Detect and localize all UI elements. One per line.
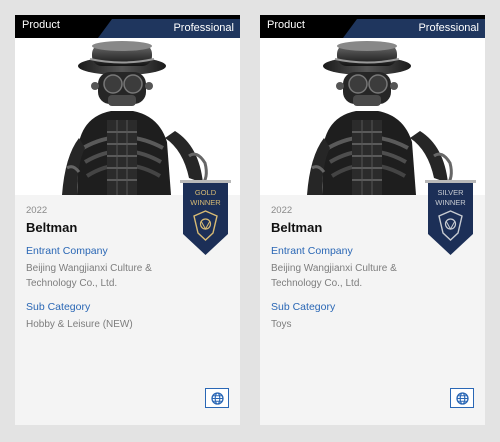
award-level-text: SILVER (437, 188, 464, 197)
product-image[interactable] (15, 38, 240, 195)
silver-winner-badge: SILVER WINNER (425, 180, 476, 255)
award-card-2[interactable]: Product Professional 2022 Beltman Entran… (260, 15, 485, 425)
globe-icon (210, 391, 224, 405)
sub-category-value: Toys (271, 319, 292, 330)
entrant-company-value: Beijing Wangjianxi Culture & Technology … (26, 263, 152, 289)
website-button[interactable] (450, 388, 474, 408)
award-level-text: GOLD (194, 188, 217, 197)
entrant-company-value: Beijing Wangjianxi Culture & Technology … (271, 263, 397, 289)
card-type-label: Product (267, 19, 305, 31)
award-card-1[interactable]: Product Professional 2022 Beltman Entran… (15, 15, 240, 425)
award-winner-text: WINNER (190, 198, 221, 207)
card-level-label: Professional (418, 22, 479, 34)
sub-category-value: Hobby & Leisure (NEW) (26, 319, 133, 330)
card-header: Product Professional (260, 15, 485, 38)
card-header: Product Professional (15, 15, 240, 38)
sub-category-label: Sub Category (271, 301, 336, 313)
website-button[interactable] (205, 388, 229, 408)
globe-icon (455, 391, 469, 405)
product-image[interactable] (260, 38, 485, 195)
gold-winner-badge: GOLD WINNER (180, 180, 231, 255)
card-type-label: Product (22, 19, 60, 31)
card-level-label: Professional (173, 22, 234, 34)
sub-category-label: Sub Category (26, 301, 91, 313)
award-winner-text: WINNER (435, 198, 466, 207)
